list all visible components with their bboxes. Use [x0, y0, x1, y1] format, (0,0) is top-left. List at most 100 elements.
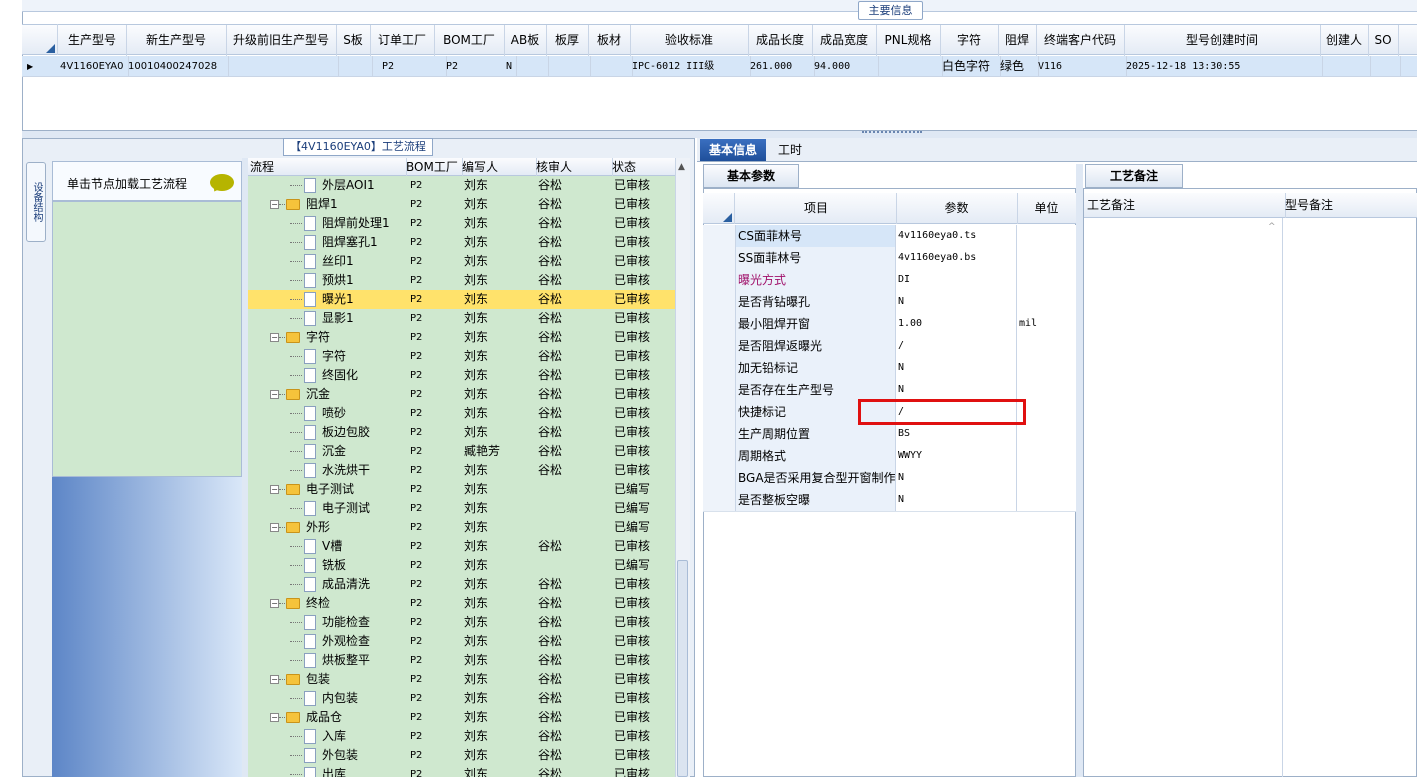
tree-row[interactable]: 丝印1 P2 刘东 谷松 已审核 [248, 252, 675, 271]
main-cell-8[interactable] [588, 56, 633, 77]
tree-row[interactable]: 水洗烘干 P2 刘东 谷松 已审核 [248, 461, 675, 480]
tree-col-header-0[interactable]: 流程 [248, 158, 407, 176]
scroll-up-icon[interactable]: ▲ [678, 162, 685, 172]
param-value[interactable]: BS [896, 423, 1017, 445]
collapse-icon[interactable]: − [270, 523, 279, 532]
main-cell-3[interactable] [336, 56, 373, 77]
tree-row[interactable]: 外观检查 P2 刘东 谷松 已审核 [248, 632, 675, 651]
param-value[interactable]: N [896, 379, 1017, 401]
tree-row[interactable]: 阻焊塞孔1 P2 刘东 谷松 已审核 [248, 233, 675, 252]
main-cell-1[interactable]: 10010400247028 [126, 56, 229, 77]
flow-tree[interactable]: 外层AOI1 P2 刘东 谷松 已审核 − 阻焊1 P2 刘东 谷松 已审核 阻焊前处理1 P2 刘东 谷松… [248, 176, 675, 777]
tab-process-notes[interactable]: 工艺备注 [1085, 164, 1183, 188]
main-cell-7[interactable] [546, 56, 591, 77]
main-col-header-10[interactable]: 成品长度 [748, 25, 813, 56]
main-cell-13[interactable]: 白色字符 [940, 56, 1001, 77]
load-flow-hint[interactable]: 单击节点加载工艺流程 [52, 161, 242, 201]
tree-row[interactable]: − 电子测试 P2 刘东 已编写 [248, 480, 675, 499]
tree-row[interactable]: V槽 P2 刘东 谷松 已审核 [248, 537, 675, 556]
main-col-header-14[interactable]: 阻焊 [998, 25, 1037, 56]
horizontal-splitter[interactable] [22, 130, 1417, 138]
main-grid-row[interactable]: 4V1160EYA0 10010400247028 P2 P2 N IPC-6012 II… [22, 56, 1417, 77]
tree-row[interactable]: 曝光1 P2 刘东 谷松 已审核 [248, 290, 675, 309]
main-col-header-8[interactable]: 板材 [588, 25, 631, 56]
main-col-header-7[interactable]: 板厚 [546, 25, 589, 56]
tab-basic-info[interactable]: 基本信息 [700, 139, 766, 161]
main-col-header-4[interactable]: 订单工厂 [370, 25, 435, 56]
tree-row[interactable]: 电子测试 P2 刘东 已编写 [248, 499, 675, 518]
main-cell-17[interactable] [1320, 56, 1371, 77]
tree-row[interactable]: − 外形 P2 刘东 已编写 [248, 518, 675, 537]
collapse-icon[interactable]: − [270, 599, 279, 608]
main-cell-2[interactable] [226, 56, 339, 77]
collapse-icon[interactable]: − [270, 333, 279, 342]
notes-scroll-up-icon[interactable]: ^ [1268, 222, 1276, 232]
notes-col-header-0[interactable]: 工艺备注 [1084, 193, 1286, 218]
main-cell-10[interactable]: 261.000 [748, 56, 815, 77]
param-value[interactable]: WWYY [896, 445, 1017, 467]
tree-row[interactable]: 功能检查 P2 刘东 谷松 已审核 [248, 613, 675, 632]
tree-row[interactable]: 终固化 P2 刘东 谷松 已审核 [248, 366, 675, 385]
param-value[interactable]: / [896, 335, 1017, 357]
param-row[interactable]: BGA是否采用复合型开窗制作 N [703, 467, 1076, 490]
param-col-header-0[interactable]: 项目 [736, 193, 897, 224]
param-row[interactable]: 加无铅标记 N [703, 357, 1076, 380]
main-col-header-15[interactable]: 终端客户代码 [1036, 25, 1125, 56]
tab-work-hours[interactable]: 工时 [770, 139, 810, 161]
tree-row[interactable]: − 阻焊1 P2 刘东 谷松 已审核 [248, 195, 675, 214]
tree-row[interactable]: 预烘1 P2 刘东 谷松 已审核 [248, 271, 675, 290]
notes-col-header-1[interactable]: 型号备注 [1282, 193, 1417, 218]
param-value[interactable]: 4v1160eya0.ts [896, 225, 1017, 247]
collapse-icon[interactable]: − [270, 675, 279, 684]
tree-row[interactable]: 显影1 P2 刘东 谷松 已审核 [248, 309, 675, 328]
tree-row[interactable]: 沉金 P2 臧艳芳 谷松 已审核 [248, 442, 675, 461]
tree-row[interactable]: 内包装 P2 刘东 谷松 已审核 [248, 689, 675, 708]
param-row[interactable]: 周期格式 WWYY [703, 445, 1076, 468]
tree-col-header-2[interactable]: 编写人 [460, 158, 537, 176]
main-col-header-0[interactable]: 生产型号 [58, 25, 127, 56]
main-cell-18[interactable] [1368, 56, 1401, 77]
param-row[interactable]: 是否背钻曝孔 N [703, 291, 1076, 314]
tree-row[interactable]: − 包装 P2 刘东 谷松 已审核 [248, 670, 675, 689]
equipment-structure-vtab[interactable]: 设备结构 [26, 162, 46, 242]
param-value[interactable]: N [896, 357, 1017, 379]
param-row[interactable]: 是否阻焊返曝光 / [703, 335, 1076, 358]
collapse-icon[interactable]: − [270, 713, 279, 722]
main-col-header-3[interactable]: S板 [336, 25, 371, 56]
main-col-header-2[interactable]: 升级前旧生产型号 [226, 25, 337, 56]
main-cell-14[interactable]: 绿色 [998, 56, 1039, 77]
tab-basic-params[interactable]: 基本参数 [703, 164, 799, 188]
main-col-header-13[interactable]: 字符 [940, 25, 999, 56]
vertical-splitter-right[interactable] [1076, 164, 1083, 777]
tree-col-header-3[interactable]: 核审人 [534, 158, 613, 176]
main-cell-12[interactable] [876, 56, 943, 77]
param-row[interactable]: 最小阻焊开窗 1.00 mil [703, 313, 1076, 336]
collapse-icon[interactable]: − [270, 390, 279, 399]
collapse-icon[interactable]: − [270, 200, 279, 209]
main-cell-9[interactable]: IPC-6012 III级 [630, 56, 751, 77]
collapse-icon[interactable]: − [270, 485, 279, 494]
param-value[interactable]: 4v1160eya0.bs [896, 247, 1017, 269]
tree-col-header-1[interactable]: BOM工厂 [404, 158, 463, 176]
main-col-header-6[interactable]: AB板 [504, 25, 547, 56]
param-row[interactable]: CS面菲林号 4v1160eya0.ts [703, 225, 1076, 248]
main-info-tab[interactable]: 主要信息 [858, 1, 923, 20]
tree-row[interactable]: − 成品仓 P2 刘东 谷松 已审核 [248, 708, 675, 727]
flow-tree-scroll-thumb[interactable] [677, 560, 688, 777]
tree-row[interactable]: 出库 P2 刘东 谷松 已审核 [248, 765, 675, 777]
tree-row[interactable]: 入库 P2 刘东 谷松 已审核 [248, 727, 675, 746]
param-value[interactable]: DI [896, 269, 1017, 291]
param-col-header-2[interactable]: 单位 [1017, 193, 1077, 224]
tree-row[interactable]: 烘板整平 P2 刘东 谷松 已审核 [248, 651, 675, 670]
tree-row[interactable]: − 字符 P2 刘东 谷松 已审核 [248, 328, 675, 347]
tree-row[interactable]: 板边包胶 P2 刘东 谷松 已审核 [248, 423, 675, 442]
param-col-header-1[interactable]: 参数 [896, 193, 1018, 224]
param-row[interactable]: 生产周期位置 BS [703, 423, 1076, 446]
tree-row[interactable]: 铣板 P2 刘东 已编写 [248, 556, 675, 575]
main-col-header-5[interactable]: BOM工厂 [434, 25, 505, 56]
main-col-header-18[interactable]: SO [1368, 25, 1399, 56]
main-cell-6[interactable]: N [504, 56, 549, 77]
main-col-header-17[interactable]: 创建人 [1320, 25, 1369, 56]
tree-row[interactable]: − 沉金 P2 刘东 谷松 已审核 [248, 385, 675, 404]
main-cell-15[interactable]: V116 [1036, 56, 1127, 77]
